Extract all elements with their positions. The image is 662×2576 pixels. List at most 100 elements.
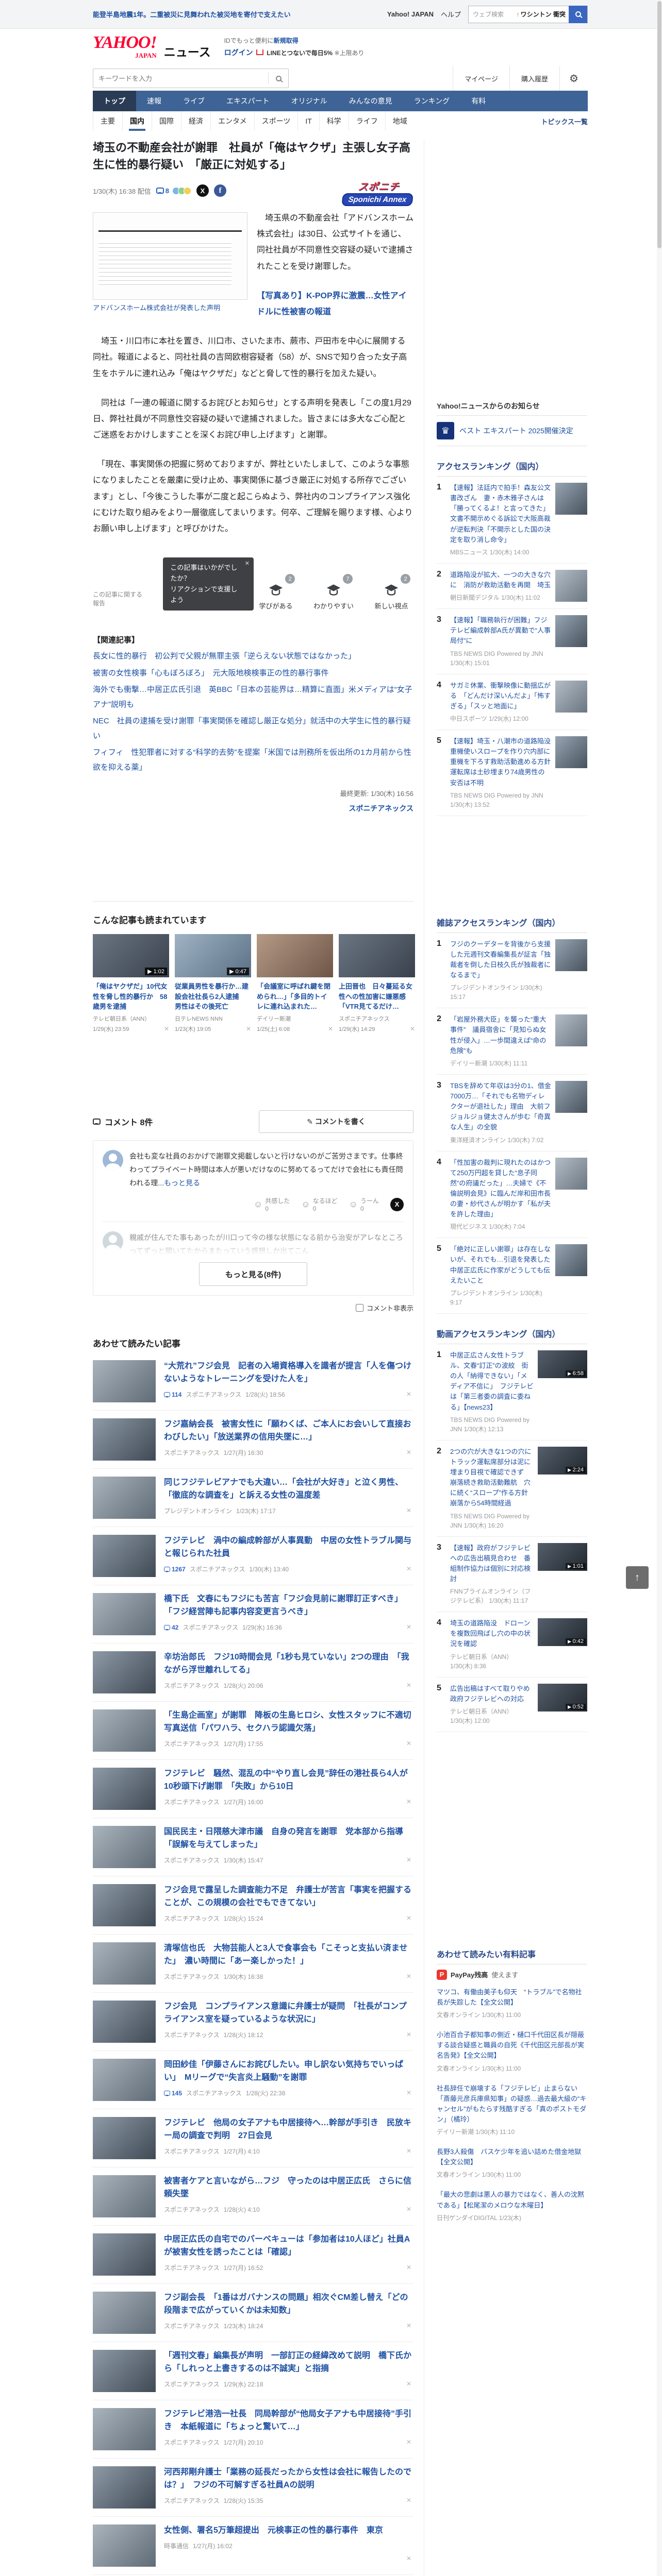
row-thumbnail[interactable] [93,1535,156,1578]
nav-tab[interactable]: 速報 [136,91,172,111]
row-thumbnail[interactable] [93,1477,156,1519]
ranking-thumbnail[interactable] [555,1080,587,1113]
card-close-icon[interactable]: ✕ [246,1025,251,1032]
article-list-row[interactable]: フジ会見 コンプライアンス意識に弁護士が疑問 「社長がコンプライアンス室を疑って… [93,1993,413,2052]
nav-tab[interactable]: ランキング [403,91,461,111]
row-close-icon[interactable]: ✕ [406,1914,411,1922]
reaction-button[interactable]: 2 新しい視点 [369,574,413,611]
row-title[interactable]: 辛坊治郎氏 フジ10時間会見「1秒も見ていない」2つの理由 「我ながら浮世離れし… [164,1651,413,1677]
video-thumbnail[interactable]: 6:58 [538,1350,587,1378]
paid-article-item[interactable]: 長野3人殺傷 バスケ少年を追い詰めた借金地獄【全文公開】 文春オンライン 1/3… [437,2142,587,2184]
article-list-row[interactable]: フジテレビ港浩一社長 同局幹部が“他局女子アナも中居接待”手引き 本紙報道に「ち… [93,2400,413,2459]
scrollbar-track[interactable] [657,0,662,2576]
row-close-icon[interactable]: ✕ [406,1449,411,1456]
card-thumbnail[interactable] [339,934,415,978]
web-search-button[interactable] [569,5,587,23]
write-comment-button[interactable]: ✎ コメントを書く [259,1110,413,1133]
article-list-row[interactable]: 辛坊治郎氏 フジ10時間会見「1秒も見ていない」2つの理由 「我ながら浮世離れし… [93,1643,413,1702]
keyword-search-input[interactable] [93,74,268,82]
ranking-item[interactable]: 5 【速報】埼玉・八潮市の道路陥没 重機使いスロープを作り穴内部に重機を下ろす救… [437,730,587,816]
purchase-history-link[interactable]: 購入履歴 [509,66,559,91]
subnav-category[interactable]: 主要 [93,111,122,131]
row-thumbnail[interactable] [93,1942,156,1985]
related-article-link[interactable]: 被害の女性検事「心もぼろぼろ」 元大阪地検検事正の性的暴行事件 [93,666,413,681]
article-list-row[interactable]: 河西邦剛弁護士「業務の延長だったから女性は会社に報告したのでは？」 フジの不可解… [93,2459,413,2517]
keyword-search-box[interactable] [93,69,289,88]
facebook-share-button[interactable]: f [213,184,226,197]
row-thumbnail[interactable] [93,1651,156,1694]
row-thumbnail[interactable] [93,2292,156,2334]
row-title[interactable]: フジ副会長 「1番はガバナンスの問題」相次ぐCM差し替え「どの段階まで広がってい… [164,2292,413,2317]
paid-article-item[interactable]: 「最大の悲劇は悪人の暴力ではなく、善人の沈黙である」【松尾潔のメロウな木曜日】 … [437,2184,587,2227]
article-image[interactable] [93,212,247,300]
trending-query[interactable]: ワシントン 衝突 [521,10,569,19]
ranking-item[interactable]: 5 「絶対に正しい謝罪」は存在しないが、それでも…引退を発表した中居正広氏に作家… [437,1238,587,1314]
nav-tab[interactable]: オリジナル [280,91,338,111]
comment-reaction-button[interactable]: ☺ うーん 0 [349,1196,379,1212]
row-thumbnail[interactable] [93,2001,156,2043]
sponichi-annex-logo[interactable]: スポニチ Sponichi Annex [341,179,415,206]
subnav-category[interactable]: エンタメ [210,111,254,131]
ranking-item[interactable]: 3 【速報】「職務執行が困難」フジテレビ編成幹部A氏が異動で“人事局付”に TB… [437,609,587,674]
row-title[interactable]: 「週刊文春」編集長が声明 一部訂正の経緯改めて説明 橋下氏から「しれっと上書きす… [164,2350,413,2376]
ranking-link[interactable]: サガミ休業、衝撃映像に動揺広がる 「どんだけ深いんだよ」「怖すぎる」「スッと地面… [450,681,551,711]
keyword-search-button[interactable] [269,75,288,81]
article-list-row[interactable]: 岡田紗佳「伊藤さんにお詫びしたい。申し訳ない気持ちでいっぱい」 Mリーグで“失言… [93,2051,413,2110]
row-thumbnail[interactable] [93,1768,156,1810]
row-title[interactable]: 河西邦剛弁護士「業務の延長だったから女性は会社に報告したのでは？」 フジの不可解… [164,2466,413,2492]
ranking-item[interactable]: 2 道路陥没が拡大、一つの大きな穴に 消防が救助活動を再開 埼玉 朝日新聞デジタ… [437,564,587,609]
mypage-link[interactable]: マイページ [453,66,509,91]
row-comment-count[interactable]: 1267 [164,1566,186,1573]
related-article-link[interactable]: 長女に性的暴行 初公判で父親が無罪主張「逆らえない状態ではなかった」 [93,649,413,664]
ranking-link[interactable]: 道路陥没が拡大、一つの大きな穴に 消防が救助活動を再開 埼玉 [450,570,551,590]
x-share-button[interactable]: X [196,184,209,197]
row-thumbnail[interactable] [93,1709,156,1752]
nav-tab[interactable]: ライブ [172,91,216,111]
article-list-row[interactable]: 同じフジテレビアナでも大違い…「会社が大好き」と泣く男性、「徹底的な調査を」と訴… [93,1469,413,1528]
row-close-icon[interactable]: ✕ [406,1391,411,1398]
ranking-item[interactable]: 2 2つの穴が大きな1つの穴に トラック運転席部分は泥に埋まり目視で確認できず … [437,1440,587,1537]
ranking-thumbnail[interactable] [555,680,587,713]
gear-icon[interactable]: ⚙ [559,66,588,91]
ranking-item[interactable]: 4 サガミ休業、衝撃映像に動揺広がる 「どんだけ深いんだよ」「怖すぎる」「スッと… [437,674,587,730]
ranking-link[interactable]: TBSを辞めて年収は3分の1、借金7000万…「それでも名物ディレクターが退社し… [450,1081,551,1133]
article-list-row[interactable]: フジ嘉納会長 被害女性に「願わくば、ご本人にお会いして直接おわびしたい」「放送業… [93,1411,413,1469]
row-comment-count[interactable]: 145 [164,2090,182,2097]
row-title[interactable]: 女性側、署名5万筆超提出 元検事正の性的暴行事件 東京 [164,2524,413,2537]
ranking-link[interactable]: フジのクーデターを背後から支援した元週刊文春編集長が証言「独裁者を倒した日枝久氏… [450,939,551,981]
paid-article-link[interactable]: 「最大の悲劇は悪人の暴力ではなく、善人の沈黙である」【松尾潔のメロウな木曜日】 [437,2190,587,2210]
donation-banner-link[interactable]: 能登半島地震1年。二重被災に見舞われた被災地を寄付で支えたい [93,9,291,19]
row-title[interactable]: 国民民主・日隈慈大津市議 自身の発言を謝罪 党本部から指導「誤解を与えてしまった… [164,1826,413,1852]
row-close-icon[interactable]: ✕ [406,1682,411,1689]
reaction-button[interactable]: 7 わかりやすい [311,574,356,611]
row-thumbnail[interactable] [93,1360,156,1403]
article-list-row[interactable]: フジテレビ 騒然、混乱の中“やり直し会見”辞任の港社長ら4人が10秒頭下げ謝罪 … [93,1760,413,1819]
ranking-link[interactable]: 【速報】埼玉・八潮市の道路陥没 重機使いスロープを作り穴内部に重機を下ろす救助活… [450,736,557,788]
ranking-link[interactable]: 「岩屋外務大臣」を襲った“重大事件” 議員宿舎に「見知らぬ女性が侵入」…一歩間違… [450,1014,551,1056]
video-thumbnail[interactable]: 0:42 [538,1618,587,1647]
related-article-link[interactable]: フィフィ 性犯罪者に対する“科学的去勢”を提案「米国では刑務所を仮出所の1カ月前… [93,745,413,775]
login-link[interactable]: ログイン [224,48,253,57]
row-close-icon[interactable]: ✕ [406,2147,411,2155]
ranking-thumbnail[interactable] [555,483,587,515]
ranking-thumbnail[interactable] [555,615,587,648]
subnav-category[interactable]: 地域 [385,111,415,131]
row-title[interactable]: 中居正広氏の自宅でのバーベキューは「参加者は10人ほど」社員Aが被害女性を誘った… [164,2233,413,2259]
row-comment-count[interactable]: 114 [164,1391,181,1398]
video-thumbnail[interactable]: 2:24 [538,1446,587,1475]
ranking-link[interactable]: 【速報】政府がフジテレビへの広告出稿見合わせ 番組制作協力は個別に対応検討 [450,1543,534,1585]
yahoo-japan-link[interactable]: Yahoo! JAPAN [387,10,434,18]
row-close-icon[interactable]: ✕ [406,2380,411,2387]
row-thumbnail[interactable] [93,1418,156,1461]
row-close-icon[interactable]: ✕ [406,2438,411,2446]
subnav-category[interactable]: スポーツ [254,111,298,131]
row-title[interactable]: フジ嘉納会長 被害女性に「願わくば、ご本人にお会いして直接おわびしたい」「放送業… [164,1418,413,1444]
ranking-link[interactable]: 広告出稿はすべて取りやめ 政府フジテレビへの対応 [450,1684,537,1704]
card-title[interactable]: 「会議室に呼ばれ鍵を閉められ…」「多目的トイレに連れ込まれた… [257,981,333,1011]
subnav-category[interactable]: ライフ [348,111,385,131]
ranking-link[interactable]: 「性加害の裁判に現れたのはかつて250万円超を貸した“息子同然”の府議だった」…… [450,1158,551,1220]
row-close-icon[interactable]: ✕ [406,2089,411,2096]
related-article-link[interactable]: 海外でも衝撃…中居正広氏引退 英BBC「日本の芸能界は…精算に直面」米メディアは… [93,683,413,712]
ranking-item[interactable]: 1 【速報】法廷内で拍手！森友公文書改ざん 妻・赤木雅子さんは「勝ってくるよ！と… [437,477,587,564]
ranking-item[interactable]: 4 「性加害の裁判に現れたのはかつて250万円超を貸した“息子同然”の府議だった… [437,1151,587,1239]
